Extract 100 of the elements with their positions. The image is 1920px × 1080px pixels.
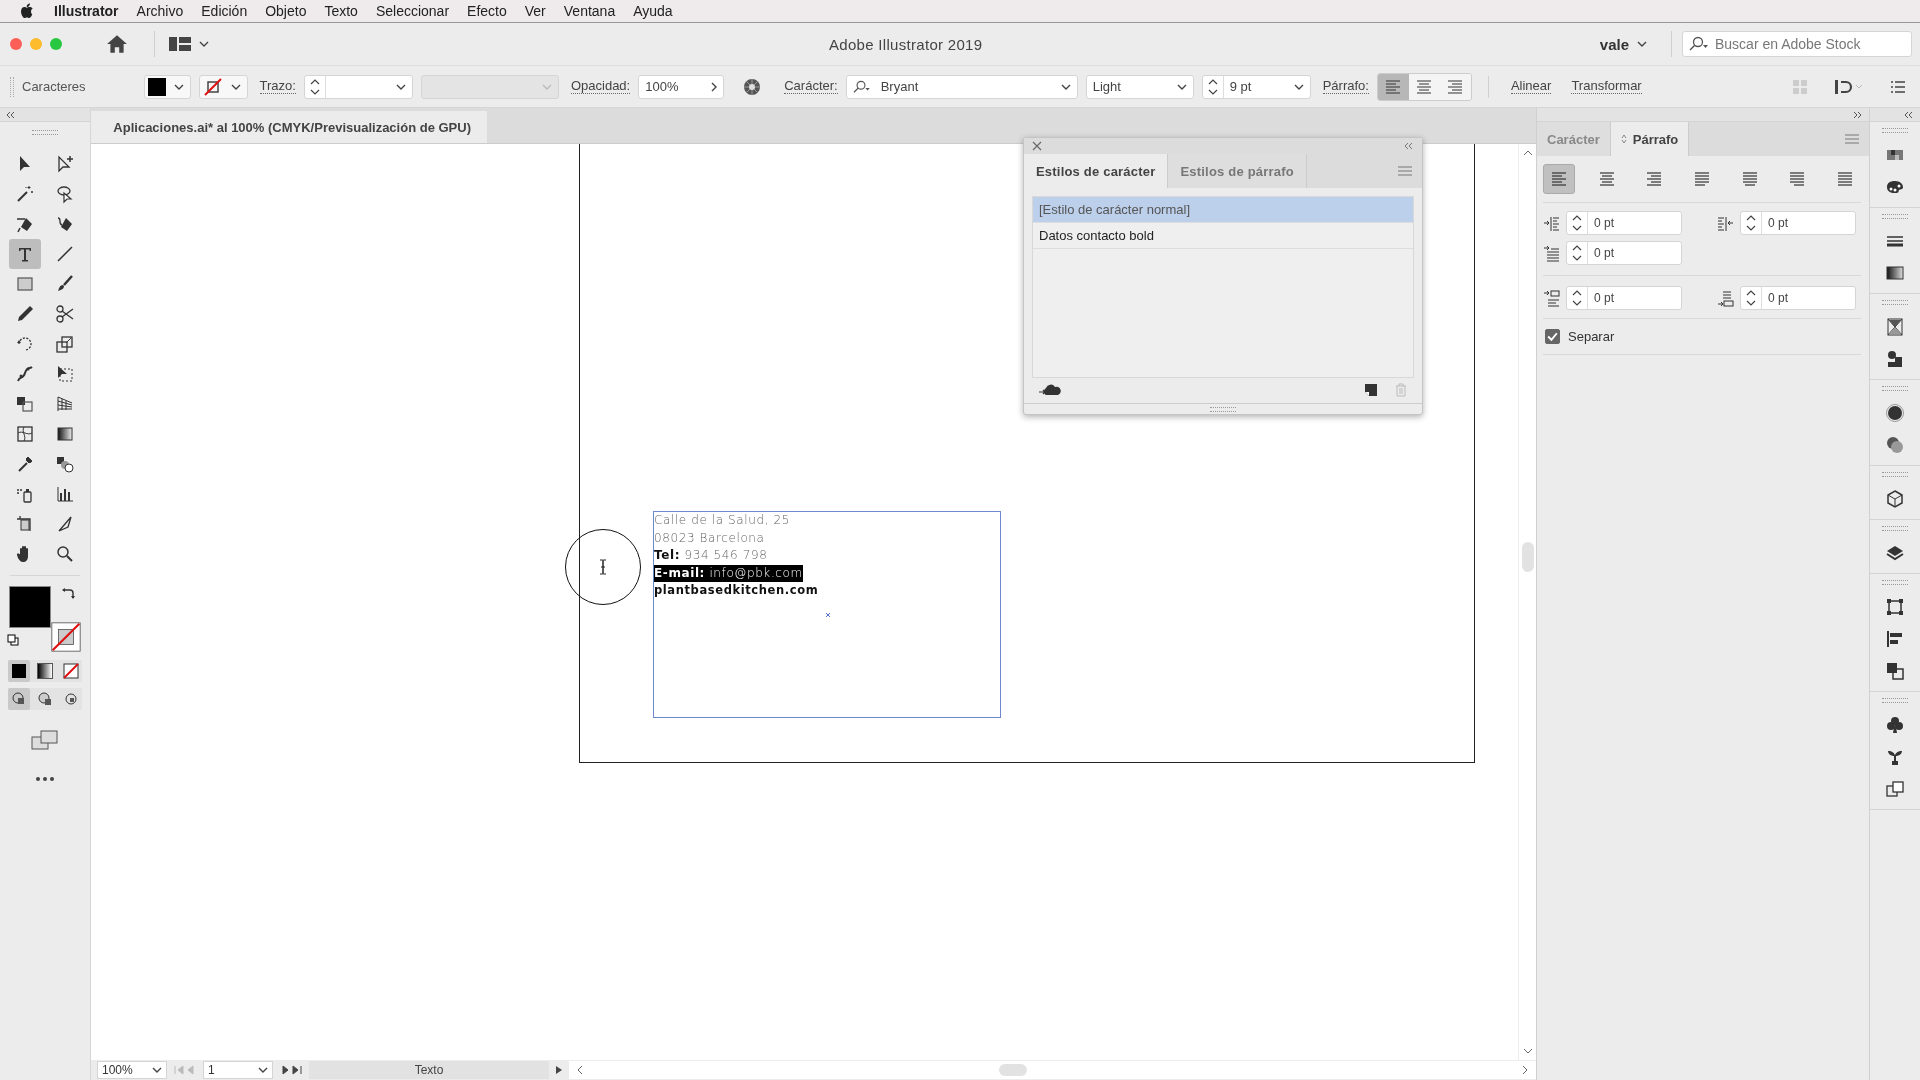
- document-tab[interactable]: Aplicaciones.ai* al 100% (CMYK/Previsualización de GPU): [91, 111, 487, 143]
- close-window-button[interactable]: [10, 38, 22, 50]
- font-size-field[interactable]: 9 pt: [1201, 74, 1311, 99]
- paragraph-label[interactable]: Párrafo:: [1322, 79, 1369, 94]
- align-button[interactable]: [1408, 73, 1440, 100]
- menu-item[interactable]: Archivo: [136, 3, 184, 19]
- collapse-icon[interactable]: [6, 111, 16, 118]
- align-lines-icon: [1741, 172, 1758, 186]
- grip-handle[interactable]: [32, 130, 58, 135]
- tool-glyph-icon: [55, 214, 75, 234]
- swap-arrows-icon[interactable]: [61, 586, 75, 600]
- menu-item[interactable]: Edición: [201, 3, 248, 19]
- color-mode-button[interactable]: [8, 660, 30, 682]
- vertical-scrollbar[interactable]: [1518, 144, 1536, 1060]
- expand-icon[interactable]: [1853, 111, 1863, 118]
- hourglass-icon[interactable]: [1885, 317, 1905, 337]
- ibeam-cursor-icon: [598, 559, 608, 575]
- artboards-icon[interactable]: [1885, 779, 1905, 799]
- panel-link[interactable]: Alinear: [1510, 79, 1552, 94]
- panel-tab[interactable]: Estilos de carácter: [1024, 154, 1169, 188]
- artboard-number-field[interactable]: 1: [203, 1061, 273, 1079]
- spacing-field[interactable]: 0 pt: [1740, 286, 1856, 310]
- type-tool-icon[interactable]: [9, 239, 41, 269]
- menu-item[interactable]: Efecto: [467, 3, 507, 19]
- search-field[interactable]: Buscar en Adobe Stock: [1682, 31, 1912, 57]
- workspace-layout-icon[interactable]: [169, 36, 191, 52]
- style-list-item[interactable]: Datos contacto bold: [1033, 223, 1413, 249]
- text-frame[interactable]: Calle de la Salud, 25 08023 Barcelona Tel: 934 546 798 E-mail: info@pbk.com plantbasedkitchen.com: [653, 511, 1001, 718]
- pathfinder-icon[interactable]: [1885, 661, 1905, 681]
- close-icon[interactable]: [1032, 141, 1042, 151]
- transform-icon[interactable]: [1885, 597, 1905, 617]
- stroke-weight-field[interactable]: [303, 74, 413, 99]
- default-colors-icon[interactable]: [7, 634, 19, 646]
- search-input[interactable]: Buscar en Adobe Stock: [1713, 35, 1907, 53]
- menu-item[interactable]: Ventana: [563, 3, 616, 19]
- caret-icon[interactable]: [199, 41, 209, 47]
- opacity-field[interactable]: 100%: [638, 74, 725, 99]
- panel-link[interactable]: Transformar: [1571, 79, 1642, 94]
- menu-item[interactable]: Objeto: [265, 3, 307, 19]
- panel-tab[interactable]: Párrafo: [1610, 122, 1690, 156]
- align-icon[interactable]: [1885, 629, 1905, 649]
- font-family-field[interactable]: Bryant: [845, 74, 1078, 99]
- align-button[interactable]: [1439, 73, 1471, 100]
- zoom-dropdown[interactable]: 100%: [97, 1061, 167, 1079]
- cloud-upload-icon[interactable]: [1038, 383, 1062, 397]
- font-style-dropdown[interactable]: Light: [1085, 74, 1194, 99]
- checkbox[interactable]: [1545, 329, 1560, 344]
- collapse-icon[interactable]: [1404, 143, 1414, 149]
- circle-icon[interactable]: [1885, 403, 1905, 423]
- fill-color-dropdown[interactable]: [143, 74, 191, 99]
- layers-icon[interactable]: [1885, 543, 1905, 563]
- align-button[interactable]: [1543, 164, 1575, 194]
- opacity-label[interactable]: Opacidad:: [570, 79, 631, 94]
- cube-icon[interactable]: [1885, 489, 1905, 509]
- none-mode-button[interactable]: [60, 660, 82, 682]
- fill-swatch[interactable]: [9, 586, 51, 628]
- character-label[interactable]: Carácter:: [784, 79, 838, 94]
- recolor-wheel-icon[interactable]: [742, 76, 763, 97]
- status-dropdown[interactable]: Texto: [309, 1061, 549, 1079]
- resize-handle[interactable]: [1210, 406, 1236, 412]
- spacing-field[interactable]: 0 pt: [1566, 211, 1682, 235]
- draw-normal-button[interactable]: [8, 688, 30, 710]
- more-icon[interactable]: [35, 776, 55, 782]
- chevron-right-icon[interactable]: [711, 81, 718, 92]
- gradient-mode-button[interactable]: [34, 660, 56, 682]
- list-menu-icon[interactable]: [1890, 78, 1906, 95]
- tool-glyph-icon: [55, 274, 75, 294]
- gradient-icon[interactable]: [1885, 263, 1905, 283]
- horizontal-scrollbar[interactable]: [569, 1061, 1536, 1079]
- isolate-icon[interactable]: [1834, 78, 1864, 95]
- scroll-left-icon[interactable]: [577, 1065, 583, 1075]
- menu-item[interactable]: Texto: [324, 3, 358, 19]
- scroll-down-icon[interactable]: [1522, 1048, 1533, 1054]
- collapse-icon[interactable]: [1904, 111, 1914, 118]
- style-list-item[interactable]: [Estilo de carácter normal]: [1033, 197, 1413, 223]
- apple-logo-icon[interactable]: [20, 3, 34, 19]
- play-arrow-icon[interactable]: [555, 1065, 563, 1075]
- scroll-right-icon[interactable]: [1522, 1065, 1528, 1075]
- shapes-icon[interactable]: [1885, 349, 1905, 369]
- menu-item[interactable]: Illustrator: [54, 3, 119, 19]
- tool-glyph-icon: [15, 424, 35, 444]
- home-icon[interactable]: [106, 34, 128, 54]
- user-menu[interactable]: vale: [1599, 35, 1647, 53]
- last-artboard-icon[interactable]: [279, 1065, 303, 1075]
- menu-item[interactable]: Seleccionar: [375, 3, 450, 19]
- spacing-field[interactable]: 0 pt: [1566, 241, 1682, 265]
- align-button[interactable]: [1377, 73, 1409, 100]
- scroll-thumb[interactable]: [1521, 542, 1534, 572]
- new-style-icon[interactable]: [1364, 383, 1378, 397]
- spacing-field[interactable]: 0 pt: [1566, 286, 1682, 310]
- scroll-up-icon[interactable]: [1522, 150, 1533, 156]
- stroke-label[interactable]: Trazo:: [259, 79, 296, 94]
- stroke-color-dropdown[interactable]: [198, 74, 248, 99]
- menu-item[interactable]: Ayuda: [633, 3, 673, 19]
- spacing-field[interactable]: 0 pt: [1740, 211, 1856, 235]
- overlapping-circles-icon[interactable]: [1885, 435, 1905, 455]
- scroll-thumb[interactable]: [998, 1064, 1027, 1076]
- club-icon[interactable]: [1885, 715, 1905, 735]
- menu-item[interactable]: Ver: [524, 3, 546, 19]
- stroke-swatch[interactable]: [51, 622, 81, 652]
